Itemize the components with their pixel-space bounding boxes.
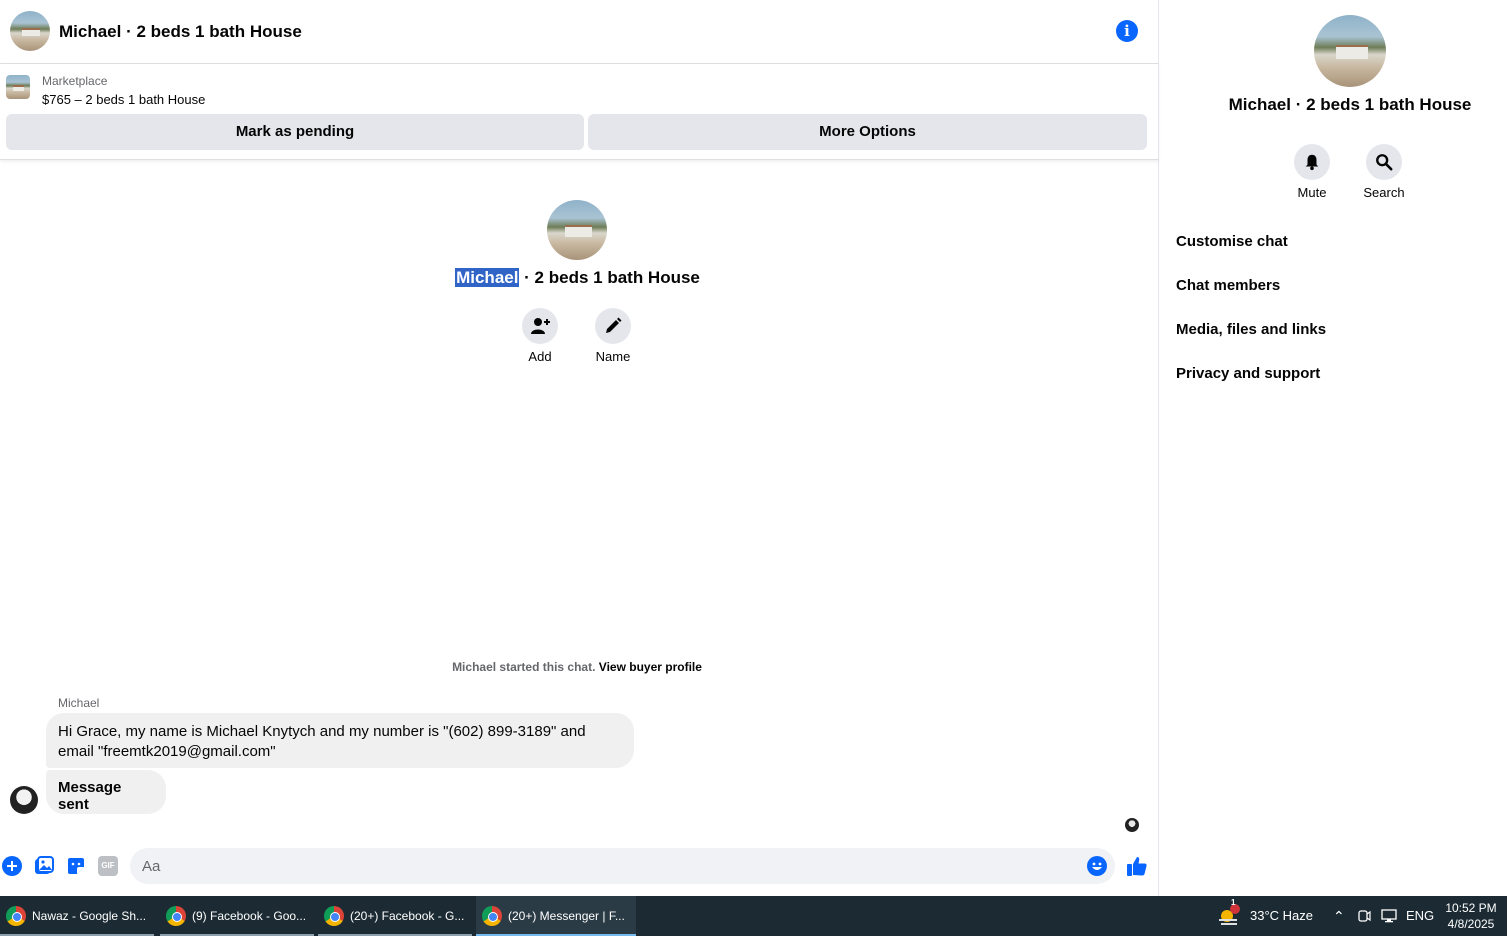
more-options-button[interactable]: More Options: [588, 114, 1147, 150]
privacy-support-item[interactable]: Privacy and support: [1176, 365, 1320, 382]
clock-time: 10:52 PM: [1445, 901, 1497, 915]
media-files-links-item[interactable]: Media, files and links: [1176, 321, 1326, 338]
taskbar-item-label: Nawaz - Google Sh...: [32, 909, 147, 923]
language-indicator[interactable]: ENG: [1406, 896, 1434, 936]
system-clock[interactable]: 10:52 PM 4/8/2025: [1440, 900, 1502, 932]
intro-title-rest: · 2 beds 1 bath House: [519, 268, 700, 287]
taskbar-item-label: (20+) Messenger | F...: [508, 909, 625, 923]
chrome-icon: [324, 906, 344, 926]
add-person-icon: [531, 318, 550, 334]
weather-badge: 1: [1231, 898, 1236, 907]
pencil-icon: [606, 317, 622, 333]
info-icon[interactable]: i: [1116, 20, 1138, 42]
taskbar-item-facebook-2[interactable]: (20+) Facebook - G...: [318, 896, 472, 936]
gif-button[interactable]: GIF: [98, 856, 118, 876]
weather-text[interactable]: 33°C Haze: [1250, 896, 1313, 936]
chat-members-item[interactable]: Chat members: [1176, 277, 1280, 294]
search-icon: [1376, 154, 1393, 171]
chat-started-notice: Michael started this chat. View buyer pr…: [0, 660, 1154, 674]
sidebar-avatar: [1314, 15, 1386, 87]
customise-chat-item[interactable]: Customise chat: [1176, 233, 1288, 250]
weather-icon[interactable]: [1216, 896, 1242, 936]
selected-name-text: Michael: [455, 268, 520, 287]
taskbar-item-label: (9) Facebook - Goo...: [192, 909, 307, 923]
windows-taskbar: Nawaz - Google Sh... (9) Facebook - Goo.…: [0, 896, 1507, 936]
chat-avatar[interactable]: [10, 11, 50, 51]
add-people-button[interactable]: [522, 308, 558, 344]
chat-title[interactable]: Michael · 2 beds 1 bath House: [59, 22, 302, 42]
chat-header: Michael · 2 beds 1 bath House i: [0, 0, 1159, 64]
search-label: Search: [1363, 185, 1405, 200]
plus-circle-icon[interactable]: [2, 856, 22, 876]
taskbar-item-facebook-1[interactable]: (9) Facebook - Goo...: [160, 896, 314, 936]
listing-price-title[interactable]: $765 – 2 beds 1 bath House: [42, 92, 205, 107]
taskbar-item-label: (20+) Facebook - G...: [350, 909, 465, 923]
chevron-up-icon[interactable]: ⌃: [1333, 896, 1345, 936]
message-composer: GIF: [0, 845, 1159, 887]
name-label: Name: [595, 349, 631, 364]
camera-icon[interactable]: [1357, 909, 1371, 923]
sender-avatar[interactable]: [10, 786, 38, 814]
add-label: Add: [528, 349, 552, 364]
marketplace-listing-bar: Marketplace $765 – 2 beds 1 bath House M…: [0, 64, 1159, 160]
intro-avatar: [547, 200, 607, 260]
emoji-icon[interactable]: [1087, 856, 1107, 876]
chrome-icon: [166, 906, 186, 926]
message-bubble[interactable]: Hi Grace, my name is Michael Knytych and…: [46, 713, 634, 768]
chat-panel: Michael · 2 beds 1 bath House i Marketpl…: [0, 0, 1159, 896]
seen-receipt-avatar: [1125, 818, 1139, 832]
thumbs-up-icon[interactable]: [1126, 855, 1148, 877]
clock-date: 4/8/2025: [1447, 917, 1495, 931]
bell-icon: [1305, 154, 1319, 171]
mute-label: Mute: [1297, 185, 1327, 200]
messenger-app: Michael · 2 beds 1 bath House i Marketpl…: [0, 0, 1507, 896]
intro-title: Michael · 2 beds 1 bath House: [0, 268, 1155, 288]
listing-label: Marketplace: [42, 74, 108, 88]
mute-button[interactable]: [1294, 144, 1330, 180]
listing-thumbnail[interactable]: [6, 75, 30, 99]
taskbar-item-google-sheets[interactable]: Nawaz - Google Sh...: [0, 896, 154, 936]
photo-icon[interactable]: [34, 856, 54, 876]
started-text: Michael started this chat.: [452, 660, 596, 674]
sidebar-title: Michael · 2 beds 1 bath House: [1228, 95, 1472, 114]
taskbar-item-messenger[interactable]: (20+) Messenger | F...: [476, 896, 636, 936]
chrome-icon: [6, 906, 26, 926]
sticker-icon[interactable]: [66, 856, 86, 876]
sender-name: Michael: [58, 696, 100, 710]
message-bubble[interactable]: Message sent: [46, 770, 166, 814]
mark-as-pending-button[interactable]: Mark as pending: [6, 114, 584, 150]
edit-name-button[interactable]: [595, 308, 631, 344]
chrome-icon: [482, 906, 502, 926]
network-icon[interactable]: [1381, 909, 1397, 923]
view-buyer-profile-link[interactable]: View buyer profile: [599, 660, 702, 674]
message-input[interactable]: [130, 848, 1115, 884]
chat-details-sidebar: Michael · 2 beds 1 bath House Mute Searc…: [1160, 0, 1507, 896]
search-in-chat-button[interactable]: [1366, 144, 1402, 180]
